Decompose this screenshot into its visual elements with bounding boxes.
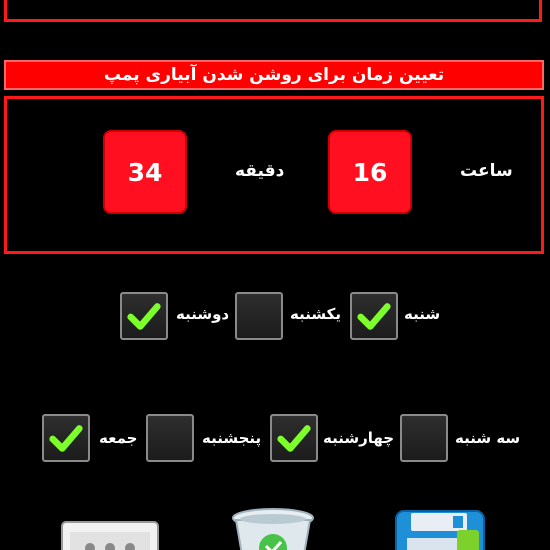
checkbox-monday[interactable] [120, 292, 168, 340]
hour-value: 16 [352, 157, 388, 187]
checkbox-tuesday[interactable] [400, 414, 448, 462]
checkmark-icon [49, 425, 83, 452]
checkbox-friday[interactable] [42, 414, 90, 462]
checkbox-wednesday[interactable] [270, 414, 318, 462]
recycle-bin-icon [232, 508, 314, 550]
day-label-monday: دوشنبه [176, 305, 230, 323]
checkbox-thursday[interactable] [146, 414, 194, 462]
top-panel-frame [4, 0, 542, 22]
save-icon [395, 510, 485, 550]
minute-value: 34 [127, 157, 163, 187]
hour-input[interactable]: 16 [328, 130, 412, 214]
minute-label: دقیقه [235, 161, 285, 181]
checkbox-sunday[interactable] [235, 292, 283, 340]
recycle-bin-button[interactable] [228, 506, 318, 550]
minute-input[interactable]: 34 [103, 130, 187, 214]
day-label-saturday: شنبه [404, 305, 441, 323]
day-label-tuesday: سه شنبه [455, 429, 521, 447]
day-label-sunday: یکشنبه [290, 305, 341, 323]
checkmark-icon [127, 303, 161, 330]
page-title-text: تعیین زمان برای روشن شدن آبیاری پمپ [103, 65, 445, 85]
day-label-wednesday: چهارشنبه [323, 429, 395, 447]
checkbox-saturday[interactable] [350, 292, 398, 340]
page-title: تعیین زمان برای روشن شدن آبیاری پمپ [4, 60, 544, 90]
device-icon [61, 521, 159, 550]
checkmark-icon [277, 425, 311, 452]
device-button[interactable] [60, 518, 160, 550]
save-button[interactable] [393, 508, 488, 550]
hour-label: ساعت [460, 161, 513, 181]
day-label-thursday: پنجشنبه [202, 429, 262, 447]
checkmark-icon [357, 303, 391, 330]
day-label-friday: جمعه [99, 429, 138, 447]
